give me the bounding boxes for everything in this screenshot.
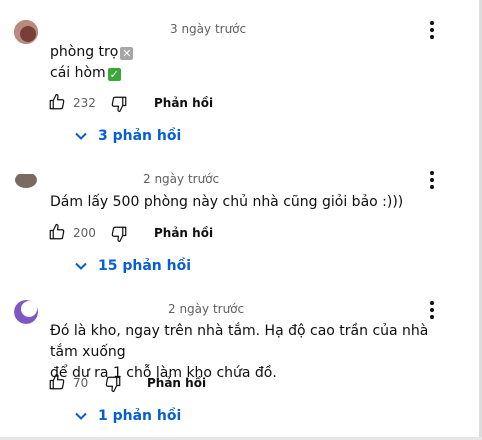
comment-line: phòng trọ [50, 44, 119, 60]
dislike-icon[interactable] [110, 225, 128, 248]
view-replies-button[interactable]: 15 phản hồi [74, 256, 191, 276]
like-icon[interactable] [48, 223, 66, 246]
comment-text: phòng trọ ✕ cái hòm ✓ [50, 42, 460, 84]
comment-actions: 200 Phản hồi [0, 222, 482, 244]
like-count: 200 [73, 226, 96, 240]
comment-timestamp: 2 ngày trước [168, 302, 245, 316]
dislike-icon[interactable] [110, 95, 128, 118]
comment-line: Dám lấy 500 phòng này chủ nhà cũng giỏi … [50, 194, 404, 210]
comment-actions: 232 Phản hồi [0, 92, 482, 114]
reply-button[interactable]: Phản hồi [154, 226, 213, 240]
like-icon[interactable] [48, 93, 66, 116]
replies-count-label: 15 phản hồi [98, 258, 192, 274]
comment-line: cái hòm [50, 65, 106, 81]
dislike-icon[interactable] [104, 375, 122, 398]
like-count: 70 [73, 376, 89, 390]
comment-timestamp: 3 ngày trước [170, 22, 247, 36]
comment-text: Dám lấy 500 phòng này chủ nhà cũng giỏi … [50, 192, 460, 213]
reply-button[interactable]: Phản hồi [154, 96, 213, 110]
replies-count-label: 3 phản hồi [98, 128, 182, 144]
avatar[interactable] [14, 20, 38, 44]
view-replies-button[interactable]: 3 phản hồi [74, 126, 181, 146]
comment-line: Đó là kho, ngay trên nhà tắm. Hạ độ cao … [50, 323, 429, 360]
comment-timestamp: 2 ngày trước [143, 172, 220, 186]
more-actions-icon[interactable] [424, 300, 440, 320]
reply-button[interactable]: Phản hồi [147, 376, 206, 390]
chevron-down-icon [75, 412, 87, 420]
check-mark-icon: ✓ [107, 68, 121, 81]
avatar[interactable] [14, 170, 38, 192]
chevron-down-icon [75, 262, 87, 270]
like-count: 232 [73, 96, 96, 110]
chevron-down-icon [75, 132, 87, 140]
more-actions-icon[interactable] [424, 20, 440, 40]
view-replies-button[interactable]: 1 phản hồi [74, 406, 181, 426]
like-icon[interactable] [48, 373, 66, 396]
replies-count-label: 1 phản hồi [98, 408, 182, 424]
comment-actions: 70 Phản hồi [0, 372, 482, 394]
avatar[interactable] [14, 300, 38, 324]
cross-mark-icon: ✕ [120, 47, 134, 60]
more-actions-icon[interactable] [424, 170, 440, 190]
